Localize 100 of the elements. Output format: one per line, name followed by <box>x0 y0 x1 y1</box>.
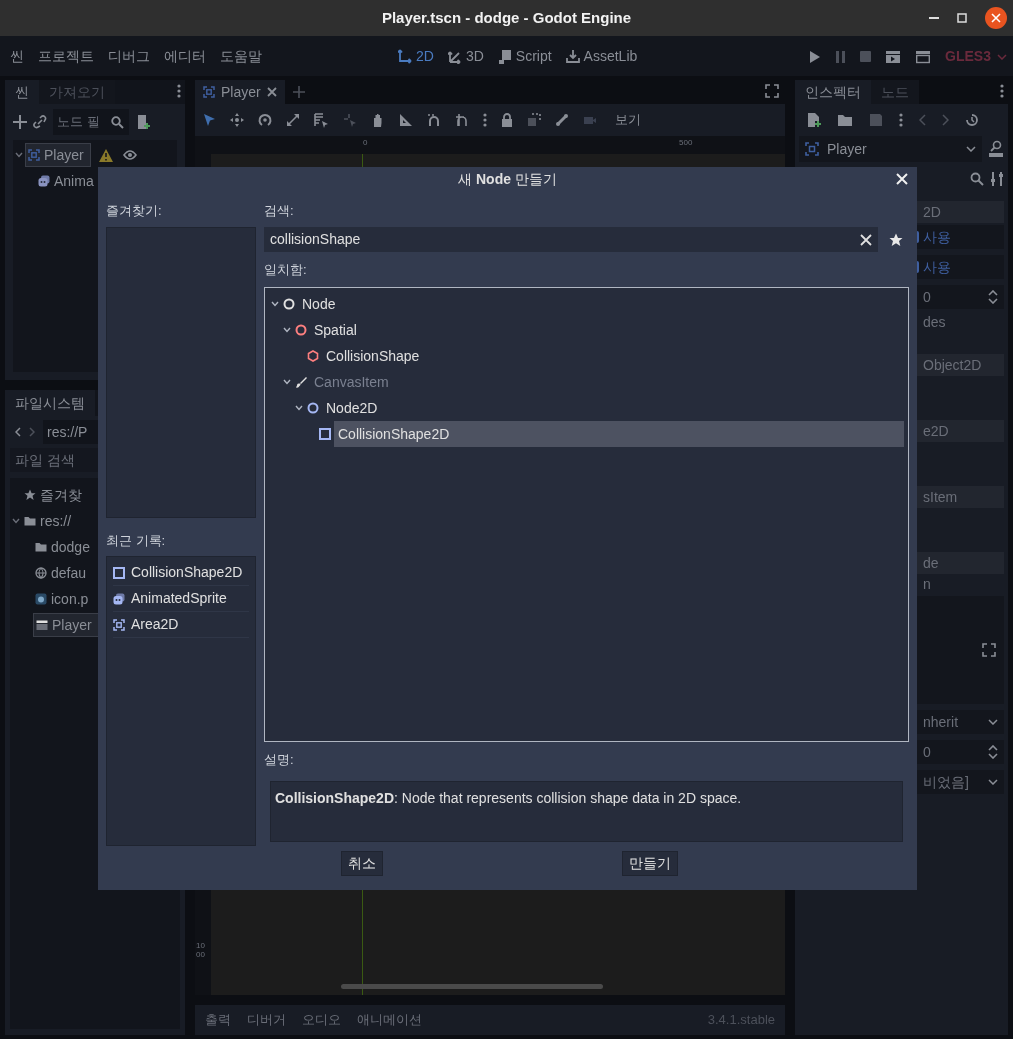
search-icon <box>111 115 124 129</box>
spinner-icon[interactable] <box>988 290 998 304</box>
grid-snap-icon[interactable] <box>455 113 469 127</box>
group-icon[interactable] <box>527 113 541 127</box>
dock-tab[interactable]: 씬 <box>5 80 39 104</box>
frame-icon <box>113 618 125 631</box>
menu-item[interactable]: 디버그 <box>108 45 150 67</box>
more-icon[interactable] <box>177 84 181 98</box>
property-label: n <box>922 574 932 594</box>
frame-icon <box>203 86 215 98</box>
scale-icon[interactable] <box>286 113 300 127</box>
workspace-tab[interactable]: 2D <box>398 46 434 67</box>
clapperboard-play-icon[interactable] <box>885 49 902 64</box>
tree-item[interactable]: Player <box>25 143 91 167</box>
tree-item[interactable]: icon.p <box>33 587 95 611</box>
globe-icon <box>35 567 47 579</box>
tree-item[interactable]: Anima <box>36 169 100 193</box>
lock-icon[interactable] <box>501 113 513 127</box>
dialog-button[interactable]: 만들기 <box>622 851 678 877</box>
caret-icon[interactable] <box>283 327 291 334</box>
frame-icon <box>805 142 819 156</box>
panel-tab[interactable]: 출력 <box>205 1010 231 1030</box>
search-input[interactable]: collisionShape <box>270 229 860 251</box>
dialog-title: 새 Node 만들기 <box>458 169 557 189</box>
history-icon[interactable] <box>965 113 979 127</box>
tree-item[interactable]: 즐겨찾 <box>22 483 88 507</box>
tree-item[interactable]: defau <box>33 561 93 585</box>
panel-tab[interactable]: 오디오 <box>302 1010 341 1030</box>
tree-item[interactable]: res:// <box>22 509 78 533</box>
tools-icon[interactable] <box>990 171 1004 187</box>
dialog-button[interactable]: 취소 <box>341 851 383 877</box>
tree-item[interactable]: Spatial <box>310 317 904 344</box>
recent-item[interactable]: CollisionShape2D <box>113 560 249 587</box>
scene-tab[interactable]: Player <box>195 80 285 104</box>
warning-icon[interactable] <box>98 148 113 162</box>
doc-icon[interactable] <box>988 140 1004 158</box>
clapperboard-icon <box>36 619 48 631</box>
menu-item[interactable]: 씬 <box>10 45 24 67</box>
panel-tab[interactable]: 애니메이션 <box>357 1010 422 1030</box>
tree-item[interactable]: Node <box>298 291 904 318</box>
tree-item[interactable]: dodge <box>33 535 96 559</box>
new-resource-icon[interactable] <box>807 112 821 128</box>
tree-item[interactable]: Player <box>33 613 99 637</box>
eye-icon[interactable] <box>122 150 137 160</box>
fullscreen-icon[interactable] <box>765 84 779 98</box>
ruler-label: 0 <box>363 137 368 149</box>
panel-tab[interactable]: 디버거 <box>247 1010 286 1030</box>
filter-input[interactable]: 노드 필 <box>57 112 109 132</box>
robot-icon <box>38 175 50 187</box>
view-menu[interactable]: 보기 <box>611 110 645 130</box>
object-selector[interactable]: Player <box>799 136 982 162</box>
select-arrow-icon[interactable] <box>203 113 216 127</box>
snap-icon[interactable] <box>427 113 441 127</box>
tree-item[interactable]: CollisionShape <box>322 343 904 370</box>
workspace-tab[interactable]: 3D <box>447 46 484 67</box>
recent-label: 최근 기록: <box>106 532 167 551</box>
play-icon[interactable] <box>809 49 822 64</box>
list-select-icon[interactable] <box>314 112 329 128</box>
link-icon[interactable] <box>33 115 47 129</box>
clapperboard-icon[interactable] <box>915 49 932 64</box>
add-icon[interactable] <box>13 115 27 129</box>
workspace-tab[interactable]: Script <box>497 46 552 67</box>
dock-tab[interactable]: 인스펙터 <box>795 80 871 104</box>
search-icon[interactable] <box>970 172 984 186</box>
maximize-icon[interactable] <box>957 13 967 23</box>
move-icon[interactable] <box>230 113 244 127</box>
caret-icon[interactable] <box>15 152 23 158</box>
menu-item[interactable]: 프로젝트 <box>38 45 94 67</box>
back-icon[interactable] <box>15 427 21 437</box>
recent-item[interactable]: Area2D <box>113 612 249 639</box>
description-text: CollisionShape2D: Node that represents collision shape data in 2D space. <box>270 781 903 843</box>
caret-icon[interactable] <box>271 301 279 308</box>
dock-tab[interactable]: 파일시스템 <box>5 390 95 416</box>
spinner-icon[interactable] <box>988 745 998 759</box>
script-add-icon[interactable] <box>135 114 151 130</box>
menu-item[interactable]: 도움말 <box>220 45 262 67</box>
filter-field[interactable]: 노드 필 <box>53 109 129 135</box>
menu-item[interactable]: 에디터 <box>164 45 206 67</box>
scrollbar[interactable] <box>341 984 603 989</box>
more-icon[interactable] <box>483 113 487 127</box>
chevron-down-icon[interactable] <box>988 719 998 725</box>
caret-icon[interactable] <box>12 518 20 524</box>
ruler-triangle-icon[interactable] <box>399 113 413 127</box>
bone-icon[interactable] <box>555 113 569 127</box>
folder-icon[interactable] <box>837 113 853 127</box>
chevron-down-icon[interactable] <box>988 779 998 785</box>
more-icon[interactable] <box>1000 84 1004 98</box>
search-field[interactable]: collisionShape <box>264 227 878 253</box>
star-icon <box>24 489 36 501</box>
close-icon[interactable] <box>985 7 1007 29</box>
rotate-icon[interactable] <box>258 113 272 127</box>
image-icon <box>35 593 47 605</box>
axes-2d-icon <box>398 49 412 64</box>
folder-icon <box>35 541 47 553</box>
recent-item[interactable]: AnimatedSprite <box>113 586 249 613</box>
workspace-tab[interactable]: AssetLib <box>565 46 638 67</box>
more-icon[interactable] <box>899 113 903 127</box>
axes-3d-icon <box>447 49 462 64</box>
fullscreen-icon[interactable] <box>982 643 996 657</box>
clear-icon[interactable] <box>860 233 872 246</box>
